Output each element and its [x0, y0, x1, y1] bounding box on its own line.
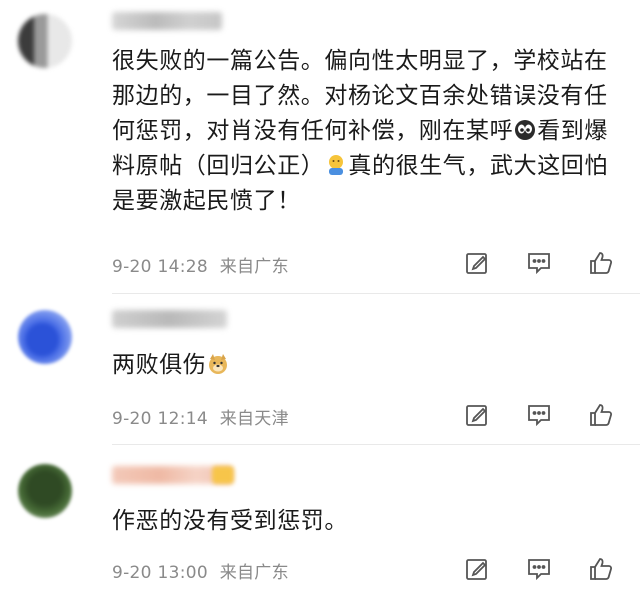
comment-item: 作恶的没有受到惩罚。 9-20 13:00 来自广东	[0, 450, 640, 600]
comment-item: 两败俱伤 9-20 12:14 来自天津	[0, 300, 640, 445]
comment-icon[interactable]	[526, 250, 552, 276]
comment-location: 来自广东	[219, 563, 289, 583]
comment-icon[interactable]	[526, 556, 552, 582]
thinking-emoji	[329, 155, 344, 175]
avatar[interactable]	[18, 464, 72, 518]
thumbs-up-icon[interactable]	[588, 402, 614, 428]
avatar[interactable]	[18, 310, 72, 364]
thumbs-up-icon[interactable]	[588, 556, 614, 582]
comment-time: 9-20 13:00	[112, 563, 208, 583]
divider	[112, 444, 640, 445]
user-badge	[212, 466, 234, 484]
comment-meta: 9-20 12:14 来自天津	[112, 404, 289, 429]
comment-text-part: 两败俱伤	[112, 352, 207, 378]
avatar[interactable]	[18, 14, 72, 68]
doge-emoji	[209, 354, 228, 374]
comment-location: 来自天津	[219, 409, 289, 429]
comment-text: 很失败的一篇公告。偏向性太明显了，学校站在那边的，一目了然。对杨论文百余处错误没…	[112, 44, 624, 219]
comment-meta: 9-20 14:28 来自广东	[112, 252, 289, 277]
comment-text: 作恶的没有受到惩罚。	[112, 504, 624, 539]
divider	[112, 293, 640, 294]
comment-time: 9-20 12:14	[112, 409, 208, 429]
comment-meta: 9-20 13:00 来自广东	[112, 558, 289, 583]
comment-text: 两败俱伤	[112, 348, 624, 383]
edit-icon[interactable]	[464, 250, 490, 276]
comment-icon[interactable]	[526, 402, 552, 428]
comment-time: 9-20 14:28	[112, 257, 208, 277]
comment-text-part: 作恶的没有受到惩罚。	[112, 508, 348, 534]
thumbs-up-icon[interactable]	[588, 250, 614, 276]
comment-location: 来自广东	[219, 257, 289, 277]
username[interactable]	[112, 12, 222, 30]
comment-actions	[464, 402, 614, 428]
eyes-emoji	[515, 120, 536, 140]
comment-actions	[464, 556, 614, 582]
edit-icon[interactable]	[464, 556, 490, 582]
username[interactable]	[112, 310, 227, 328]
comment-actions	[464, 250, 614, 276]
comment-item: 很失败的一篇公告。偏向性太明显了，学校站在那边的，一目了然。对杨论文百余处错误没…	[0, 0, 640, 290]
edit-icon[interactable]	[464, 402, 490, 428]
